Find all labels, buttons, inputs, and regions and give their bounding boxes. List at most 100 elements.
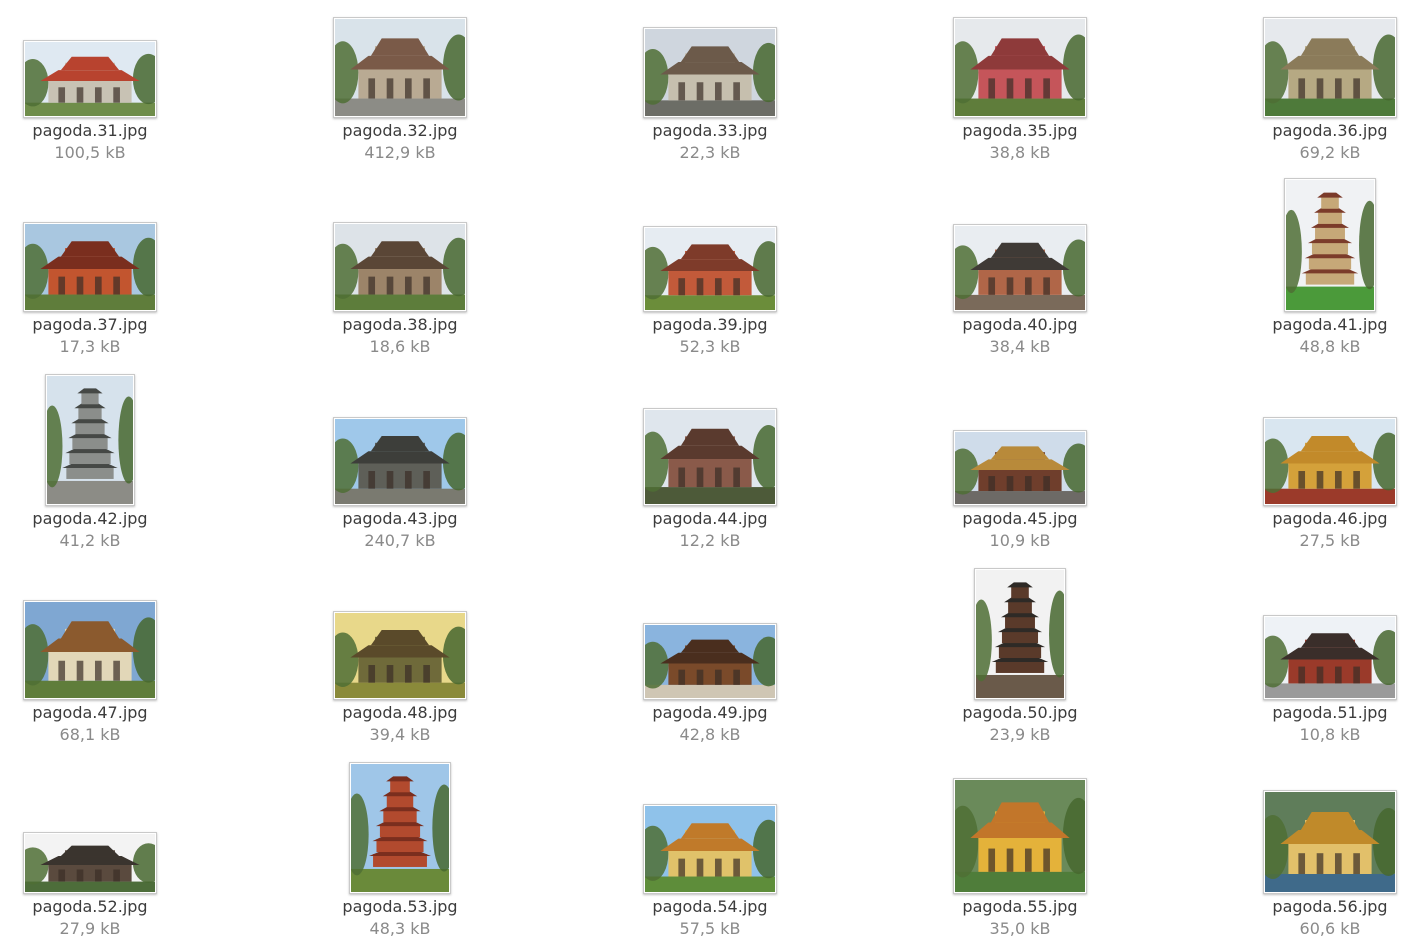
file-size: 35,0 kB xyxy=(989,919,1051,938)
file-name[interactable]: pagoda.38.jpg xyxy=(300,315,500,335)
image-thumbnail-icon xyxy=(645,410,775,504)
file-size: 39,4 kB xyxy=(369,725,431,744)
image-thumbnail[interactable] xyxy=(333,417,467,506)
file-name[interactable]: pagoda.56.jpg xyxy=(1230,897,1415,917)
file-name[interactable]: pagoda.46.jpg xyxy=(1230,509,1415,529)
file-name[interactable]: pagoda.54.jpg xyxy=(610,897,810,917)
thumbnail-wrapper xyxy=(300,762,500,894)
file-name[interactable]: pagoda.37.jpg xyxy=(0,315,190,335)
file-name[interactable]: pagoda.40.jpg xyxy=(920,315,1120,335)
image-thumbnail-icon xyxy=(645,625,775,698)
thumbnail-wrapper xyxy=(1230,592,1415,700)
image-thumbnail[interactable] xyxy=(1263,17,1397,118)
thumbnail-wrapper xyxy=(610,786,810,894)
thumbnail-wrapper xyxy=(0,204,190,312)
image-thumbnail-icon xyxy=(335,19,465,116)
thumbnail-wrapper xyxy=(0,592,190,700)
image-thumbnail[interactable] xyxy=(953,778,1087,894)
file-size: 69,2 kB xyxy=(1299,143,1361,162)
image-thumbnail[interactable] xyxy=(23,40,157,118)
thumbnail-wrapper xyxy=(920,568,1120,700)
image-thumbnail[interactable] xyxy=(1263,417,1397,506)
file-size: 68,1 kB xyxy=(59,725,121,744)
image-thumbnail[interactable] xyxy=(45,374,135,506)
image-thumbnail-icon xyxy=(335,224,465,310)
file-size: 48,8 kB xyxy=(1299,337,1361,356)
thumbnail-wrapper xyxy=(300,592,500,700)
image-thumbnail-icon xyxy=(1265,19,1395,116)
file-name[interactable]: pagoda.33.jpg xyxy=(610,121,810,141)
file-name[interactable]: pagoda.53.jpg xyxy=(300,897,500,917)
image-thumbnail-icon xyxy=(25,834,155,892)
file-name[interactable]: pagoda.48.jpg xyxy=(300,703,500,723)
file-name[interactable]: pagoda.47.jpg xyxy=(0,703,190,723)
image-thumbnail[interactable] xyxy=(349,762,451,894)
thumbnail-wrapper xyxy=(1230,178,1415,312)
file-size: 18,6 kB xyxy=(369,337,431,356)
file-name[interactable]: pagoda.49.jpg xyxy=(610,703,810,723)
file-size: 42,8 kB xyxy=(679,725,741,744)
image-thumbnail[interactable] xyxy=(23,832,157,894)
image-thumbnail[interactable] xyxy=(23,600,157,700)
image-thumbnail-icon xyxy=(1286,180,1374,310)
file-size: 100,5 kB xyxy=(54,143,126,162)
thumbnail-wrapper xyxy=(300,204,500,312)
image-thumbnail-icon xyxy=(351,764,449,892)
file-name[interactable]: pagoda.32.jpg xyxy=(300,121,500,141)
image-thumbnail[interactable] xyxy=(643,804,777,894)
image-thumbnail-icon xyxy=(1265,419,1395,504)
image-thumbnail[interactable] xyxy=(643,408,777,506)
image-thumbnail[interactable] xyxy=(643,623,777,700)
thumbnail-wrapper xyxy=(920,10,1120,118)
thumbnail-wrapper xyxy=(0,10,190,118)
thumbnail-wrapper xyxy=(610,204,810,312)
image-thumbnail-icon xyxy=(976,570,1064,698)
image-thumbnail[interactable] xyxy=(953,430,1087,506)
file-size: 48,3 kB xyxy=(369,919,431,938)
image-thumbnail[interactable] xyxy=(1263,615,1397,700)
file-size: 57,5 kB xyxy=(679,919,741,938)
file-name[interactable]: pagoda.52.jpg xyxy=(0,897,190,917)
image-thumbnail[interactable] xyxy=(333,17,467,118)
image-thumbnail-icon xyxy=(47,376,133,504)
file-size: 38,8 kB xyxy=(989,143,1051,162)
file-size: 60,6 kB xyxy=(1299,919,1361,938)
image-thumbnail-icon xyxy=(1265,617,1395,698)
file-size: 10,9 kB xyxy=(989,531,1051,550)
image-thumbnail[interactable] xyxy=(643,27,777,118)
file-name[interactable]: pagoda.36.jpg xyxy=(1230,121,1415,141)
image-thumbnail-icon xyxy=(645,806,775,892)
image-thumbnail[interactable] xyxy=(333,222,467,312)
file-name[interactable]: pagoda.39.jpg xyxy=(610,315,810,335)
file-name[interactable]: pagoda.43.jpg xyxy=(300,509,500,529)
image-thumbnail[interactable] xyxy=(643,226,777,312)
thumbnail-wrapper xyxy=(0,786,190,894)
image-thumbnail[interactable] xyxy=(333,611,467,700)
thumbnail-wrapper xyxy=(300,10,500,118)
thumbnail-wrapper xyxy=(0,374,190,506)
file-name[interactable]: pagoda.50.jpg xyxy=(920,703,1120,723)
image-thumbnail[interactable] xyxy=(1263,790,1397,894)
file-name[interactable]: pagoda.44.jpg xyxy=(610,509,810,529)
thumbnail-wrapper xyxy=(1230,10,1415,118)
file-name[interactable]: pagoda.45.jpg xyxy=(920,509,1120,529)
file-name[interactable]: pagoda.42.jpg xyxy=(0,509,190,529)
image-thumbnail-icon xyxy=(645,228,775,310)
image-thumbnail[interactable] xyxy=(1284,178,1376,312)
file-name[interactable]: pagoda.55.jpg xyxy=(920,897,1120,917)
image-thumbnail[interactable] xyxy=(953,224,1087,312)
file-size: 27,5 kB xyxy=(1299,531,1361,550)
file-name[interactable]: pagoda.51.jpg xyxy=(1230,703,1415,723)
file-name[interactable]: pagoda.41.jpg xyxy=(1230,315,1415,335)
file-name[interactable]: pagoda.31.jpg xyxy=(0,121,190,141)
file-name[interactable]: pagoda.35.jpg xyxy=(920,121,1120,141)
file-size: 38,4 kB xyxy=(989,337,1051,356)
image-thumbnail[interactable] xyxy=(23,222,157,312)
file-size: 27,9 kB xyxy=(59,919,121,938)
file-size: 412,9 kB xyxy=(364,143,436,162)
image-thumbnail[interactable] xyxy=(974,568,1066,700)
file-size: 10,8 kB xyxy=(1299,725,1361,744)
image-thumbnail-icon xyxy=(955,226,1085,310)
thumbnail-wrapper xyxy=(610,10,810,118)
image-thumbnail[interactable] xyxy=(953,17,1087,118)
